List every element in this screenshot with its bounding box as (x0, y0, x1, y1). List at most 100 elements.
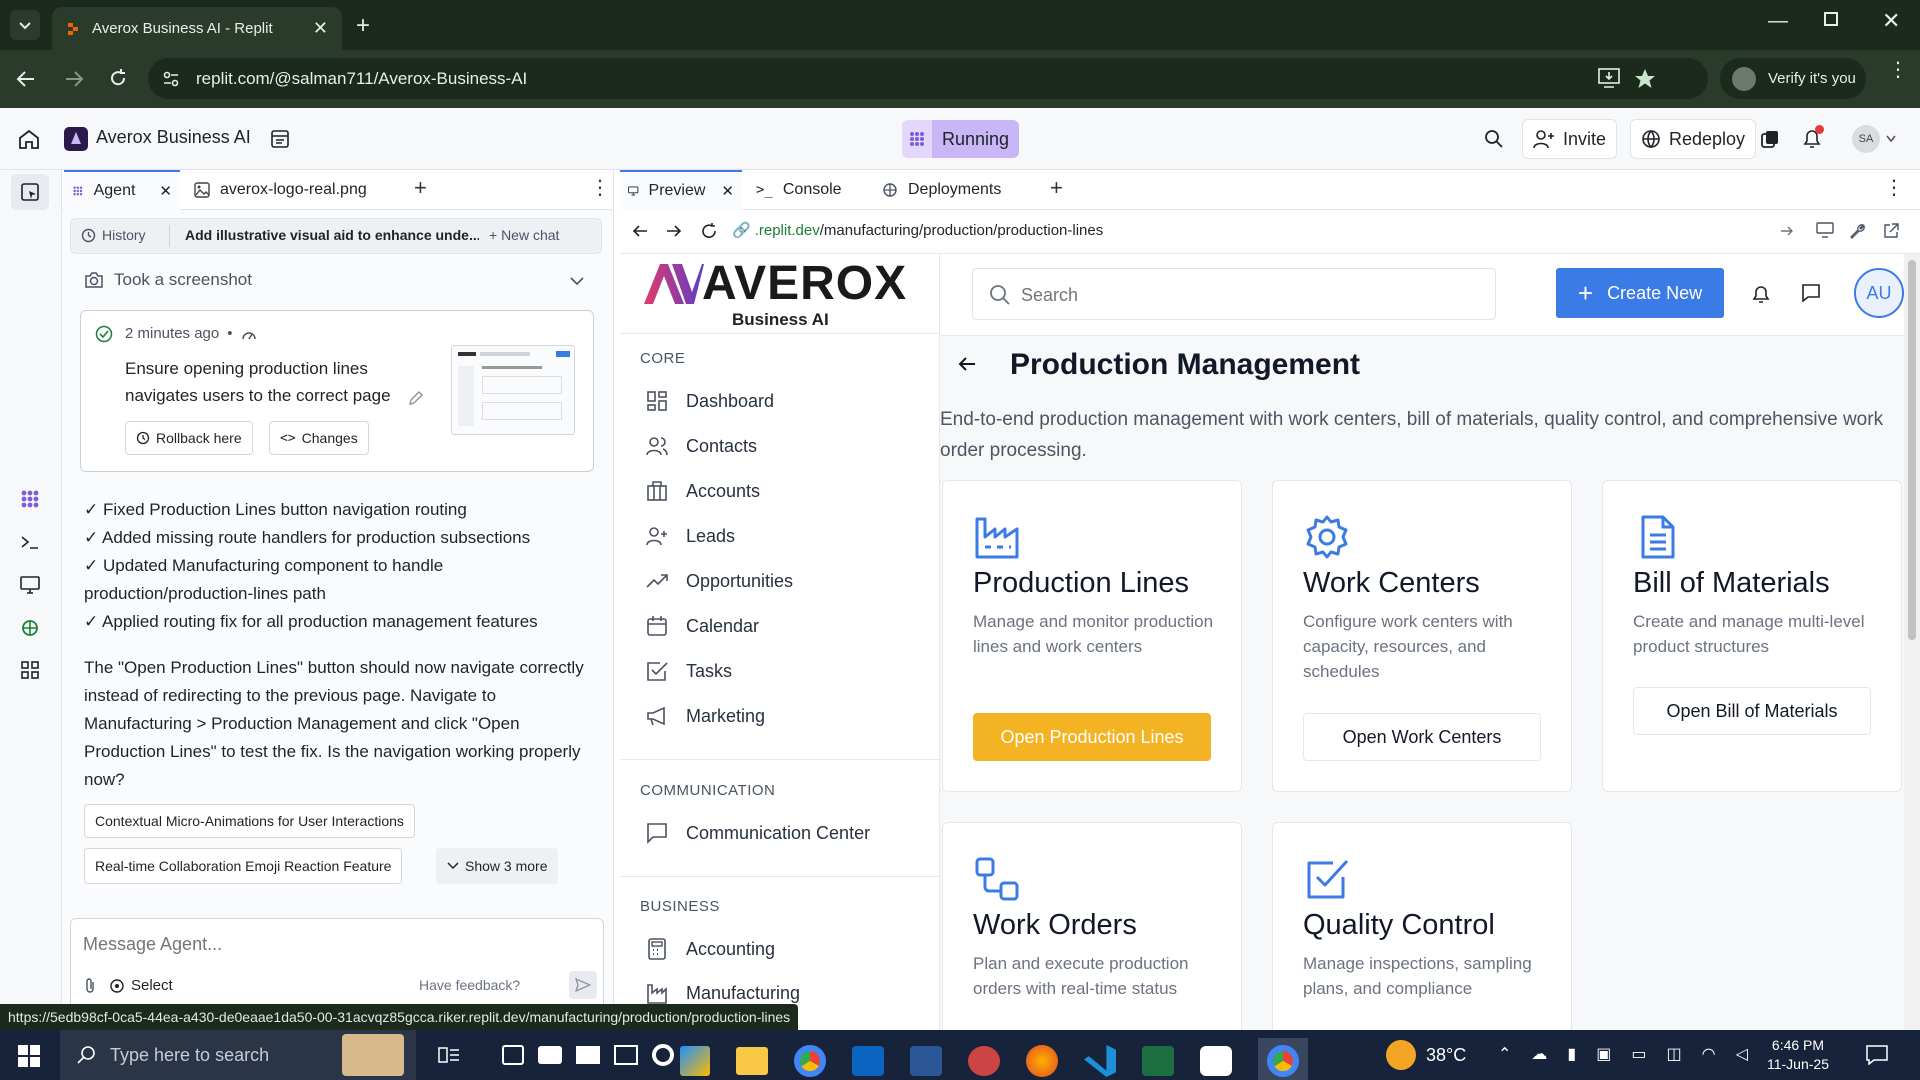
history-button[interactable]: History (81, 227, 146, 243)
back-arrow-icon[interactable] (16, 70, 36, 88)
select-element-button[interactable]: Select (109, 977, 173, 994)
devices-icon[interactable] (1816, 222, 1834, 238)
vscode-app-icon[interactable] (1084, 1045, 1116, 1077)
preview-scrollbar[interactable] (1904, 254, 1920, 1030)
microphone-icon[interactable]: ▮ (1567, 1044, 1576, 1064)
camera-icon[interactable] (538, 1046, 562, 1064)
wifi-icon[interactable]: ◠ (1702, 1044, 1716, 1064)
user-avatar[interactable]: SA (1852, 125, 1880, 153)
notifications-button[interactable] (1802, 125, 1824, 150)
excel-app-icon[interactable] (1142, 1046, 1174, 1076)
tab-search-button[interactable] (10, 10, 40, 40)
feedback-link[interactable]: Have feedback? (419, 977, 520, 993)
show-more-button[interactable]: Show 3 more (436, 848, 559, 884)
nav-opportunities[interactable]: Opportunities (646, 570, 793, 592)
video-icon[interactable] (576, 1046, 600, 1064)
app-search-input[interactable] (1021, 281, 1481, 309)
site-settings-icon[interactable] (162, 70, 180, 88)
volume-icon[interactable]: ◁ (1736, 1044, 1748, 1064)
rollback-button[interactable]: Rollback here (125, 421, 253, 455)
chevron-up-icon[interactable]: ⌃ (1498, 1044, 1511, 1064)
browser-menu-icon[interactable]: ⋮ (1888, 60, 1908, 80)
create-new-button[interactable]: + Create New (1556, 268, 1724, 318)
tab-preview[interactable]: Preview ✕ (620, 170, 742, 210)
file-explorer-icon[interactable] (736, 1047, 768, 1075)
outlook-app-icon[interactable] (852, 1046, 884, 1076)
back-arrow-icon[interactable] (632, 224, 648, 238)
open-bill-of-materials-button[interactable]: Open Bill of Materials (1633, 687, 1871, 735)
minimize-button[interactable]: — (1768, 10, 1788, 33)
battery-icon[interactable]: ▭ (1631, 1044, 1646, 1064)
chat-title[interactable]: Add illustrative visual aid to enhance u… (179, 227, 479, 243)
open-production-lines-button[interactable]: Open Production Lines (973, 713, 1211, 761)
new-tab-button[interactable]: + (356, 12, 370, 40)
bell-icon[interactable] (1752, 284, 1770, 304)
app-user-avatar[interactable]: AU (1854, 268, 1904, 318)
maximize-button[interactable] (1824, 12, 1838, 26)
suggestion-chip[interactable]: Real-time Collaboration Emoji Reaction F… (84, 848, 403, 884)
redeploy-button[interactable]: Redeploy (1630, 119, 1757, 159)
nav-manufacturing[interactable]: Manufacturing (646, 982, 800, 1004)
panel-menu-icon[interactable]: ⋮ (590, 176, 610, 200)
taskbar-search[interactable]: Type here to search (60, 1030, 416, 1080)
system-clock[interactable]: 6:46 PM 11-Jun-25 (1756, 1036, 1840, 1074)
project-name[interactable]: Averox Business AI (96, 127, 251, 148)
task-view-icon[interactable] (438, 1045, 460, 1065)
agent-icon[interactable] (18, 488, 42, 510)
nav-communication-center[interactable]: Communication Center (646, 822, 870, 844)
word-app-icon[interactable] (910, 1046, 942, 1076)
open-work-centers-button[interactable]: Open Work Centers (1303, 713, 1541, 761)
paperclip-icon[interactable] (83, 977, 97, 995)
home-icon[interactable] (18, 129, 40, 149)
message-icon[interactable] (1802, 284, 1820, 302)
reload-icon[interactable] (108, 68, 128, 88)
browser-tab-active[interactable]: Averox Business AI - Replit ✕ (52, 7, 342, 50)
terminal-app-icon[interactable] (1200, 1046, 1232, 1076)
firefox-app-icon[interactable] (1026, 1045, 1058, 1077)
tab-close-icon[interactable]: ✕ (313, 18, 328, 39)
run-status-pill[interactable]: Running (902, 120, 1020, 158)
project-info-icon[interactable] (270, 129, 290, 149)
message-input[interactable] (83, 929, 583, 959)
add-tab-button[interactable]: + (1050, 175, 1063, 201)
edit-pencil-icon[interactable] (407, 389, 425, 407)
active-chrome-app[interactable] (1258, 1038, 1308, 1080)
close-icon[interactable]: ✕ (159, 182, 172, 200)
nav-leads[interactable]: Leads (646, 525, 735, 547)
chrome-app-icon[interactable] (794, 1045, 826, 1077)
display-icon[interactable]: ▣ (1596, 1044, 1611, 1064)
new-chat-button[interactable]: + New chat (489, 227, 559, 243)
preview-icon[interactable] (20, 576, 40, 594)
snipping-tool-icon[interactable] (502, 1045, 524, 1065)
go-arrow-icon[interactable] (1780, 225, 1794, 237)
chevron-down-icon[interactable] (570, 276, 584, 286)
forward-arrow-icon[interactable] (666, 224, 682, 238)
tab-deployments[interactable]: Deployments (874, 170, 1034, 210)
console-icon[interactable] (20, 534, 40, 550)
url-bar[interactable]: replit.com/@salman711/Averox-Business-AI (148, 58, 1708, 99)
suggestion-chip[interactable]: Contextual Micro-Animations for User Int… (84, 804, 415, 838)
deployments-icon[interactable] (20, 618, 40, 638)
nav-contacts[interactable]: Contacts (646, 435, 757, 457)
all-tools-icon[interactable] (20, 660, 40, 680)
back-arrow-icon[interactable] (958, 356, 976, 372)
invite-button[interactable]: Invite (1522, 119, 1618, 159)
forward-arrow-icon[interactable] (64, 70, 84, 88)
paint-app-icon[interactable] (968, 1046, 1000, 1076)
chevron-down-icon[interactable] (1886, 135, 1896, 143)
workspace-switch-icon[interactable] (1760, 129, 1780, 149)
app-logo[interactable]: AVEROX Business AI (620, 254, 939, 334)
screenshot-thumbnail[interactable] (451, 345, 575, 435)
window-close-button[interactable]: ✕ (1882, 8, 1900, 34)
send-button[interactable] (569, 971, 597, 999)
nav-tasks[interactable]: Tasks (646, 660, 732, 682)
nav-marketing[interactable]: Marketing (646, 705, 765, 727)
notification-center-icon[interactable] (1866, 1045, 1888, 1065)
bookmark-star-icon[interactable] (1634, 68, 1656, 90)
panel-menu-icon[interactable]: ⋮ (1884, 176, 1904, 200)
nav-accounts[interactable]: Accounts (646, 480, 760, 502)
devtools-wrench-icon[interactable] (1848, 222, 1866, 240)
windows-start-icon[interactable] (18, 1045, 40, 1067)
nav-accounting[interactable]: Accounting (646, 938, 775, 960)
rail-toggle-button[interactable] (11, 174, 49, 210)
